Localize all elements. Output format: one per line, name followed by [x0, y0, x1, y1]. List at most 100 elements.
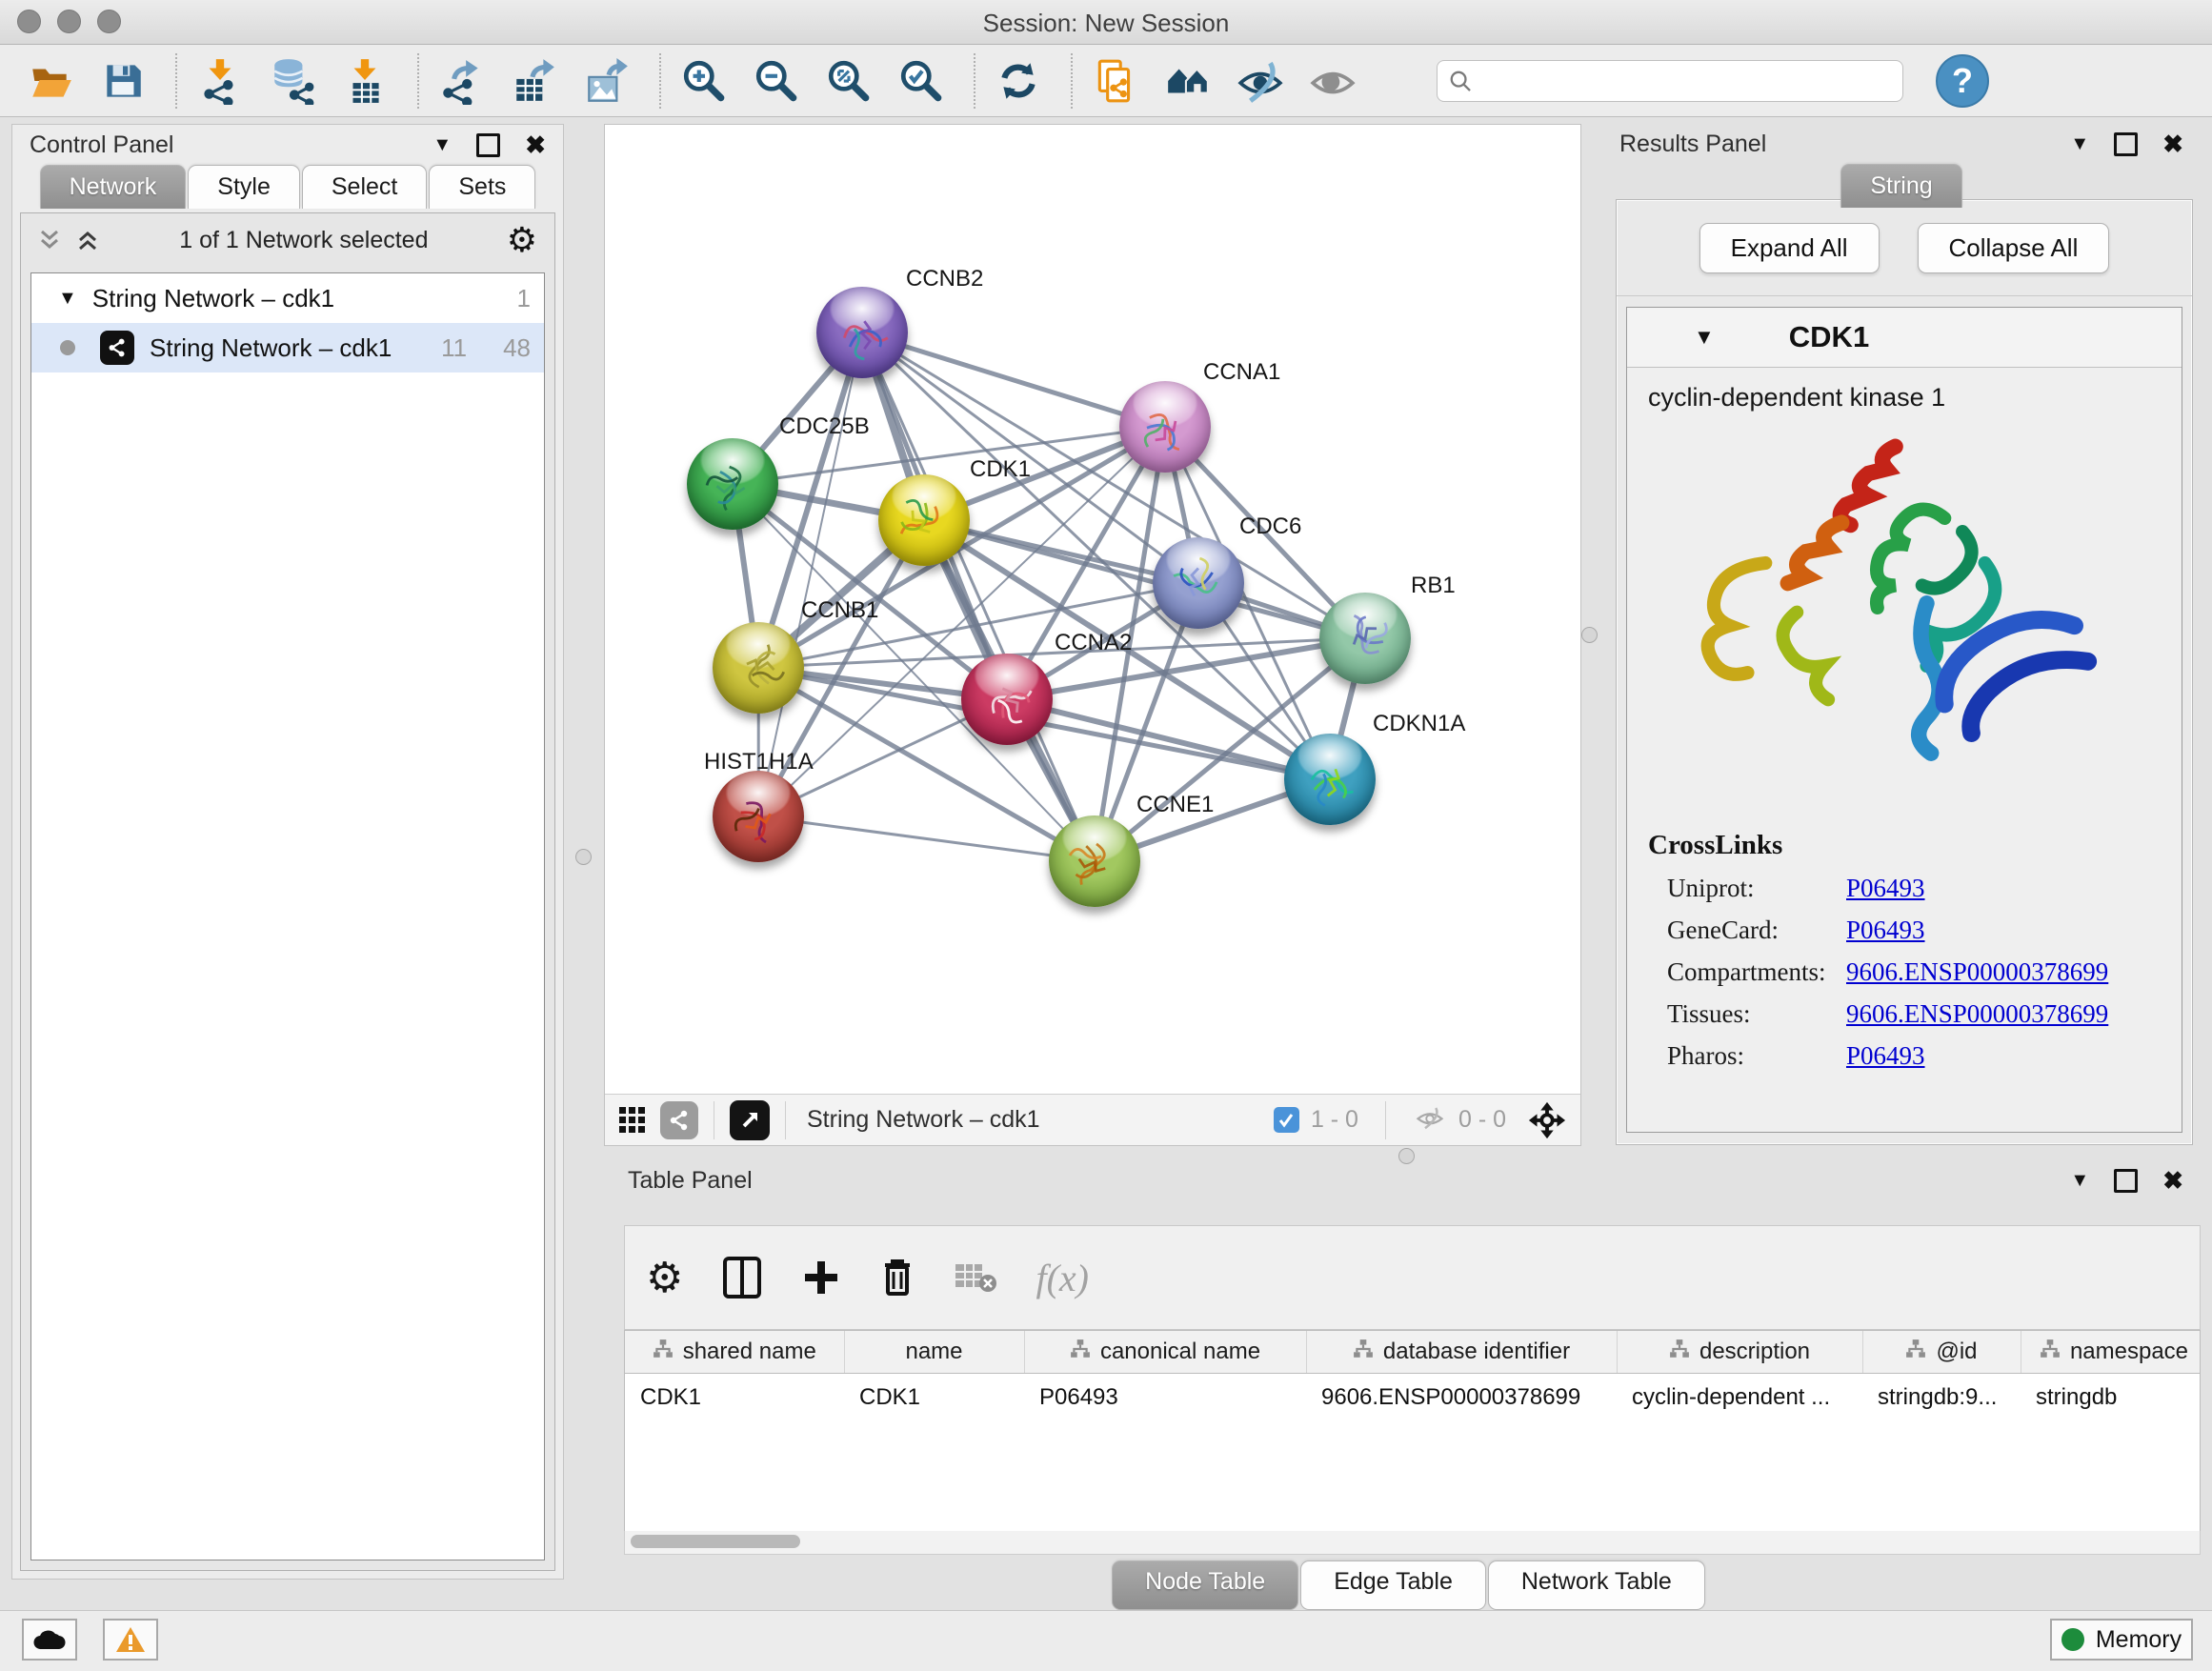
network-view[interactable]: CCNB2CCNA1CDC25BCDK1CDC6RB1CCNB1CCNA2CDK… — [604, 124, 1581, 1146]
zoom-in-button[interactable] — [678, 55, 730, 107]
collapse-all-button[interactable]: Collapse All — [1918, 223, 2110, 273]
show-hidden-button[interactable] — [1307, 55, 1358, 107]
pan-tool-icon[interactable] — [1527, 1100, 1567, 1140]
export-table-button[interactable] — [509, 55, 560, 107]
create-column-icon[interactable] — [801, 1258, 841, 1298]
tab-select[interactable]: Select — [302, 165, 427, 209]
search-input[interactable] — [1481, 67, 1891, 95]
network-node-cdkn1a[interactable] — [1284, 734, 1376, 825]
show-column-icon[interactable] — [721, 1255, 763, 1300]
tab-string[interactable]: String — [1840, 164, 1961, 208]
network-view-icon[interactable] — [660, 1101, 698, 1139]
table-menu-icon[interactable]: ▼ — [2070, 1170, 2089, 1192]
save-session-button[interactable] — [97, 55, 149, 107]
delete-column-icon[interactable] — [879, 1256, 915, 1299]
column-header-database-identifier[interactable]: database identifier — [1306, 1331, 1617, 1374]
network-node-rb1[interactable] — [1319, 593, 1411, 684]
zoom-fit-button[interactable] — [823, 55, 875, 107]
column-header-description[interactable]: description — [1617, 1331, 1862, 1374]
network-edge[interactable] — [860, 332, 1096, 861]
network-node-ccna1[interactable] — [1119, 381, 1211, 473]
gene-section-header[interactable]: ▼ CDK1 — [1627, 308, 2182, 368]
clone-network-button[interactable] — [1090, 55, 1141, 107]
network-node-ccnb1[interactable] — [713, 622, 804, 714]
help-button[interactable]: ? — [1936, 54, 1989, 108]
zoom-out-button[interactable] — [751, 55, 802, 107]
crosslink-link[interactable]: P06493 — [1846, 874, 1925, 903]
gene-collapse-icon[interactable]: ▼ — [1694, 325, 1715, 350]
crosslink-link[interactable]: P06493 — [1846, 1041, 1925, 1071]
results-menu-icon[interactable]: ▼ — [2070, 133, 2089, 155]
scrollbar-thumb[interactable] — [631, 1535, 800, 1548]
network-node-hist1h1a[interactable] — [713, 771, 804, 862]
right-splitter-handle[interactable] — [1581, 627, 1598, 643]
search-field[interactable] — [1437, 60, 1903, 102]
table-cell[interactable]: CDK1 — [844, 1374, 1024, 1422]
expand-all-button[interactable]: Expand All — [1699, 223, 1880, 273]
hide-selected-button[interactable] — [1235, 55, 1286, 107]
tab-sets[interactable]: Sets — [429, 165, 535, 209]
open-session-button[interactable] — [25, 55, 76, 107]
tab-network[interactable]: Network — [40, 165, 187, 209]
tab-network-table[interactable]: Network Table — [1488, 1560, 1705, 1610]
network-collection-row[interactable]: ▼ String Network – cdk1 1 — [31, 273, 544, 323]
tab-style[interactable]: Style — [188, 165, 300, 209]
network-node-cdc25b[interactable] — [687, 438, 778, 530]
table-cell[interactable]: 9606.ENSP00000378699 — [1306, 1374, 1617, 1422]
column-header-shared-name[interactable]: shared name — [625, 1331, 844, 1374]
delete-table-icon[interactable] — [954, 1260, 997, 1295]
network-canvas[interactable]: CCNB2CCNA1CDC25BCDK1CDC6RB1CCNB1CCNA2CDK… — [605, 125, 1580, 1095]
network-edge[interactable] — [758, 815, 1095, 862]
table-cell[interactable]: stringdb — [2021, 1374, 2201, 1422]
export-image-button[interactable] — [581, 55, 633, 107]
results-float-icon[interactable] — [2114, 132, 2138, 156]
function-builder-icon[interactable]: f(x) — [1036, 1256, 1089, 1300]
column-header-name[interactable]: name — [844, 1331, 1024, 1374]
panel-menu-icon[interactable]: ▼ — [432, 134, 452, 156]
zoom-selected-button[interactable] — [895, 55, 947, 107]
table-float-icon[interactable] — [2114, 1169, 2138, 1193]
network-node-cdk1[interactable] — [878, 474, 970, 566]
bottom-splitter-handle[interactable] — [1398, 1148, 1415, 1164]
selected-indicator-checkbox[interactable] — [1274, 1107, 1299, 1133]
table-row[interactable]: CDK1CDK1P064939606.ENSP00000378699cyclin… — [625, 1374, 2201, 1422]
network-node-ccne1[interactable] — [1049, 815, 1140, 907]
table-cell[interactable]: CDK1 — [625, 1374, 844, 1422]
import-table-button[interactable] — [339, 55, 391, 107]
table-cell[interactable]: cyclin-dependent ... — [1617, 1374, 1862, 1422]
node-table[interactable]: shared namenamecanonical namedatabase id… — [624, 1330, 2201, 1534]
network-node-cdc6[interactable] — [1153, 537, 1244, 629]
table-cell[interactable]: P06493 — [1024, 1374, 1306, 1422]
results-close-icon[interactable]: ✖ — [2162, 131, 2183, 156]
left-splitter-handle[interactable] — [575, 849, 592, 865]
show-all-networks-button[interactable] — [1162, 55, 1214, 107]
close-panel-icon[interactable]: ✖ — [525, 132, 546, 157]
network-options-gear-icon[interactable]: ⚙ — [507, 223, 537, 257]
import-network-button[interactable] — [194, 55, 246, 107]
birdseye-view-icon[interactable] — [730, 1100, 770, 1140]
export-network-button[interactable] — [436, 55, 488, 107]
apply-layout-button[interactable] — [993, 55, 1044, 107]
warning-status-button[interactable] — [103, 1619, 158, 1661]
crosslink-link[interactable]: 9606.ENSP00000378699 — [1846, 999, 2108, 1029]
cloud-status-button[interactable] — [22, 1619, 77, 1661]
column-header-canonical-name[interactable]: canonical name — [1024, 1331, 1306, 1374]
expand-all-icon[interactable] — [76, 229, 101, 252]
crosslink-link[interactable]: 9606.ENSP00000378699 — [1846, 957, 2108, 987]
table-horizontal-scrollbar[interactable] — [624, 1531, 2201, 1555]
network-row[interactable]: String Network – cdk1 11 48 — [31, 323, 544, 372]
float-panel-icon[interactable] — [476, 133, 500, 157]
collection-expand-icon[interactable]: ▼ — [58, 288, 77, 310]
table-cell[interactable]: stringdb:9... — [1862, 1374, 2021, 1422]
grid-view-icon[interactable] — [618, 1106, 647, 1135]
import-network-from-database-button[interactable] — [267, 55, 318, 107]
crosslink-link[interactable]: P06493 — [1846, 916, 1925, 945]
collapse-all-icon[interactable] — [38, 229, 63, 252]
memory-button[interactable]: Memory — [2050, 1619, 2193, 1661]
table-close-icon[interactable]: ✖ — [2162, 1168, 2183, 1193]
tab-node-table[interactable]: Node Table — [1112, 1560, 1298, 1610]
network-node-ccna2[interactable] — [961, 654, 1053, 745]
column-header--id[interactable]: @id — [1862, 1331, 2021, 1374]
tab-edge-table[interactable]: Edge Table — [1300, 1560, 1486, 1610]
table-options-gear-icon[interactable]: ⚙ — [646, 1254, 683, 1302]
